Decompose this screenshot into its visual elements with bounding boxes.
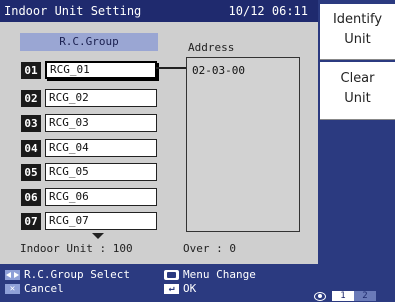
address-box: 02-03-00 — [186, 57, 300, 232]
rc-group-select-hint: R.C.Group Select — [5, 268, 130, 281]
selection-connector — [156, 67, 187, 69]
row-number: 06 — [21, 189, 41, 206]
identify-unit-label-line1: Identify — [332, 12, 383, 27]
identify-unit-label-line2: Unit — [344, 32, 371, 47]
rc-group-row[interactable]: 02 RCG_02 — [21, 89, 157, 109]
ok-label: OK — [183, 282, 197, 295]
rc-group-row[interactable]: 01 RCG_01 — [21, 61, 157, 81]
cancel-hint[interactable]: ✕ Cancel — [5, 282, 64, 295]
window-title: Indoor Unit Setting — [4, 4, 142, 18]
identify-unit-button[interactable]: Identify Unit — [320, 4, 395, 60]
rc-group-row[interactable]: 03 RCG_03 — [21, 114, 157, 134]
menu-icon — [164, 269, 179, 280]
over-count: Over : 0 — [183, 242, 236, 255]
page-indicator: 1 2 — [314, 291, 376, 301]
row-number: 02 — [21, 90, 41, 107]
row-number: 03 — [21, 115, 41, 132]
row-number: 07 — [21, 213, 41, 230]
rc-group-name[interactable]: RCG_03 — [45, 114, 157, 132]
page-2-tab[interactable]: 2 — [354, 291, 376, 301]
row-number: 05 — [21, 164, 41, 181]
clear-unit-label-line1: Clear — [340, 71, 375, 86]
rc-group-name[interactable]: RCG_04 — [45, 139, 157, 157]
footer-help: R.C.Group Select ✕ Cancel Menu Change ↵ … — [0, 264, 395, 302]
rc-group-row[interactable]: 04 RCG_04 — [21, 139, 157, 159]
menu-change-label: Menu Change — [183, 268, 256, 281]
row-number: 04 — [21, 140, 41, 157]
indoor-unit-count: Indoor Unit : 100 — [20, 242, 133, 255]
menu-change-hint[interactable]: Menu Change — [164, 268, 256, 281]
enter-icon: ↵ — [164, 283, 179, 294]
address-value: 02-03-00 — [192, 64, 245, 77]
rc-group-header: R.C.Group — [20, 33, 158, 51]
scroll-down-icon[interactable] — [92, 233, 104, 239]
rc-group-row[interactable]: 07 RCG_07 — [21, 212, 157, 232]
rc-group-row[interactable]: 06 RCG_06 — [21, 188, 157, 208]
rc-group-name[interactable]: RCG_06 — [45, 188, 157, 206]
rc-group-name[interactable]: RCG_02 — [45, 89, 157, 107]
row-number: 01 — [21, 62, 41, 79]
rc-group-name[interactable]: RCG_07 — [45, 212, 157, 230]
address-label: Address — [188, 41, 235, 54]
rc-group-name[interactable]: RCG_01 — [45, 61, 157, 79]
clear-unit-button[interactable]: Clear Unit — [320, 62, 395, 120]
title-bar: Indoor Unit Setting 10/12 06:11 — [0, 0, 318, 22]
main-panel: R.C.Group Address 01 RCG_01 02 RCG_02 03… — [0, 22, 318, 264]
rc-group-name[interactable]: RCG_05 — [45, 163, 157, 181]
rc-group-select-label: R.C.Group Select — [24, 268, 130, 281]
cancel-label: Cancel — [24, 282, 64, 295]
eye-icon — [314, 291, 326, 301]
clear-unit-label-line2: Unit — [344, 91, 371, 106]
left-right-arrows-icon — [5, 269, 20, 280]
page-1-tab[interactable]: 1 — [332, 291, 354, 301]
rc-group-row[interactable]: 05 RCG_05 — [21, 163, 157, 183]
clock: 10/12 06:11 — [228, 4, 308, 18]
ok-hint[interactable]: ↵ OK — [164, 282, 196, 295]
cancel-icon: ✕ — [5, 283, 20, 294]
